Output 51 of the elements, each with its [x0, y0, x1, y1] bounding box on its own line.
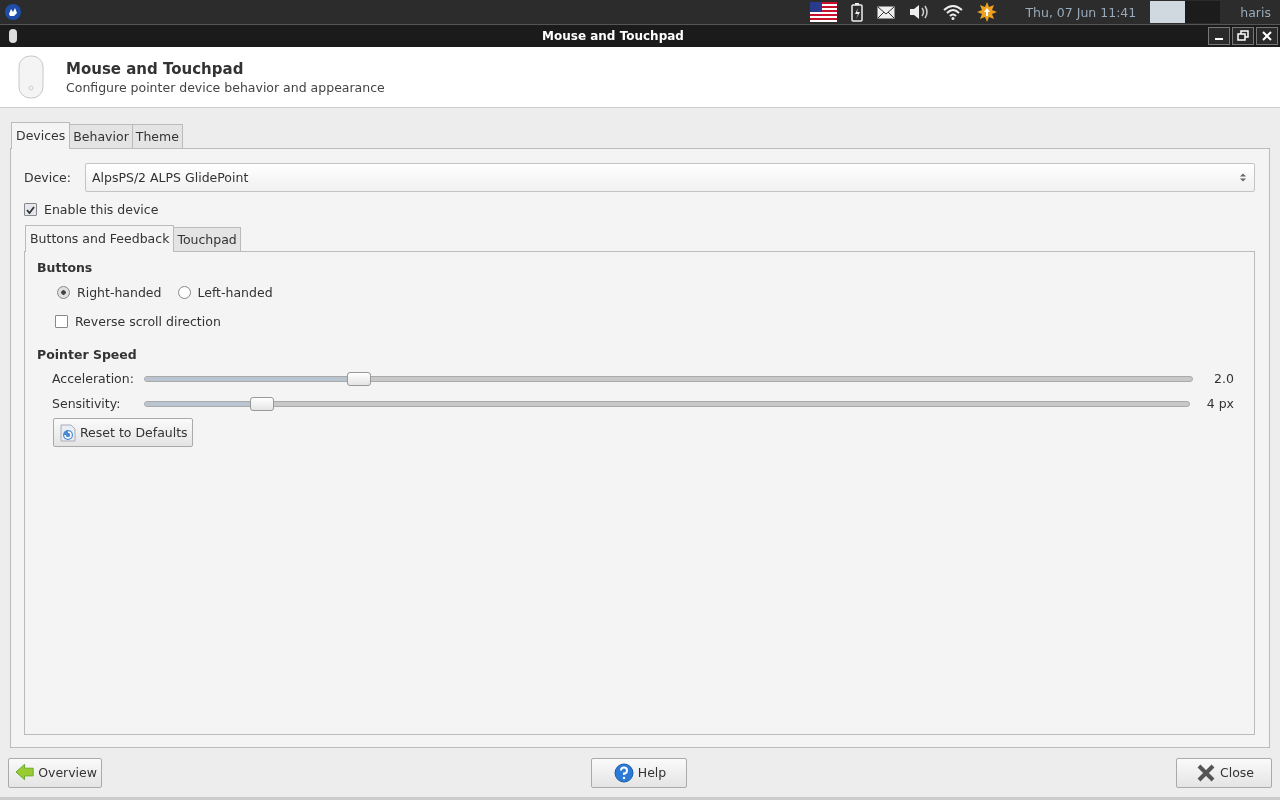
back-button[interactable]: Overview [8, 757, 102, 788]
update-sun-icon[interactable] [977, 2, 998, 22]
restore-icon[interactable] [1232, 27, 1254, 45]
dialog-title: Mouse and Touchpad [66, 59, 245, 78]
back-arrow-icon [15, 762, 35, 783]
section-heading: Buttons [37, 260, 94, 275]
close-icon[interactable] [1256, 27, 1278, 45]
dialog-subtitle: Configure pointer device behavior and appearance [66, 79, 385, 95]
tab[interactable]: Behavior [69, 124, 133, 148]
app-menu-icon[interactable] [5, 4, 21, 20]
close-button[interactable]: Close [1176, 757, 1272, 788]
checkbox[interactable] [24, 203, 37, 216]
device-dropdown[interactable]: AlpsPS/2 ALPS GlidePoint [84, 163, 1255, 192]
checkmark-icon [26, 205, 35, 214]
slider-value: 2.0 [1213, 371, 1234, 386]
device-label: Device: [24, 170, 71, 185]
clock[interactable]: Thu, 07 Jun 11:41 [1025, 4, 1137, 20]
close-icon [1195, 762, 1216, 783]
tab[interactable]: Theme [131, 124, 183, 148]
help-button[interactable]: Help [591, 757, 687, 788]
radio-label: Left-handed [197, 285, 273, 300]
mail-icon[interactable] [877, 5, 896, 19]
checkbox-label: Enable this device [44, 202, 159, 217]
battery-icon[interactable] [851, 2, 864, 22]
checkbox-label: Reverse scroll direction [75, 314, 221, 329]
tab[interactable]: Touchpad [173, 227, 241, 251]
slider-value: 4 px [1206, 396, 1234, 411]
checkbox[interactable] [55, 315, 68, 328]
minimize-icon[interactable] [1208, 27, 1230, 45]
section-heading: Pointer Speed [37, 347, 138, 362]
updown-arrow-icon [1240, 173, 1246, 182]
volume-icon[interactable] [909, 4, 930, 20]
tab[interactable]: Buttons and Feedback [25, 225, 175, 252]
slider-label: Sensitivity: [52, 396, 122, 411]
refresh-icon [60, 423, 76, 442]
tab[interactable]: Devices [11, 122, 71, 149]
help-icon [613, 762, 634, 783]
slider-handle[interactable] [249, 396, 274, 411]
radio-button[interactable] [57, 286, 70, 299]
mouse-icon [18, 55, 44, 99]
slider-handle[interactable] [346, 371, 371, 386]
flag-icon[interactable] [810, 2, 838, 22]
slider-label: Acceleration: [52, 371, 135, 386]
user-name[interactable]: haris [1240, 4, 1271, 20]
window-title: Mouse and Touchpad [541, 29, 685, 43]
window-mouse-icon [8, 28, 18, 44]
reset-button[interactable]: Reset to Defaults [53, 418, 193, 447]
radio-label: Right-handed [77, 285, 162, 300]
radio-button[interactable] [177, 286, 191, 299]
workspace-switcher[interactable] [1150, 1, 1221, 23]
wifi-icon[interactable] [943, 4, 964, 20]
